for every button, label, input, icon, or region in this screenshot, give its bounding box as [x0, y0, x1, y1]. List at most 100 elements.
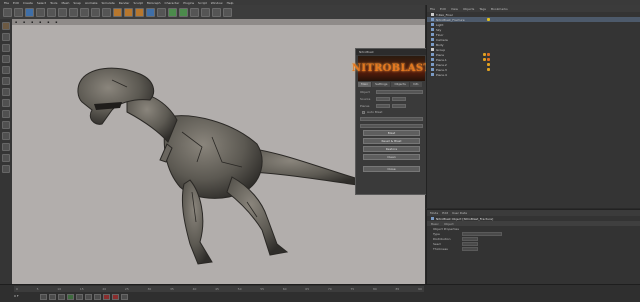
lock-workplane-icon[interactable]	[2, 143, 10, 151]
edges-mode-icon[interactable]	[2, 77, 10, 85]
tab-main[interactable]: Main	[358, 82, 372, 87]
am-menu-mode[interactable]: Mode	[430, 211, 438, 215]
om-menu-view[interactable]: View	[451, 7, 458, 11]
om-menu-bookmarks[interactable]: Bookmarks	[491, 7, 508, 11]
menu-simulate[interactable]: Simulate	[102, 1, 115, 5]
om-menu-edit[interactable]: Edit	[440, 7, 446, 11]
previous-frame-icon[interactable]	[58, 294, 65, 300]
solo-icon[interactable]	[2, 165, 10, 173]
vp-menu-panel[interactable]: ▪	[55, 20, 57, 24]
go-to-start-icon[interactable]	[40, 294, 47, 300]
tab-settings[interactable]: Settings	[372, 82, 391, 87]
option-field-1[interactable]	[360, 116, 423, 121]
array-icon[interactable]	[179, 7, 188, 17]
menu-edit[interactable]: Edit	[13, 1, 19, 5]
menu-window[interactable]: Window	[211, 1, 223, 5]
menu-plugins[interactable]: Plugins	[183, 1, 194, 5]
tag-icon[interactable]	[487, 18, 490, 21]
3d-viewport[interactable]: ▪ ▪ ▪ ▪ ▪ ▪ NitroBlast NITROBLAST Main S…	[12, 19, 431, 284]
blast-button[interactable]: Blast	[363, 130, 420, 136]
texture-mode-icon[interactable]	[2, 44, 10, 52]
material-tag-icon[interactable]	[487, 53, 490, 56]
undo-icon[interactable]	[3, 7, 12, 17]
points-mode-icon[interactable]	[2, 66, 10, 74]
menu-character[interactable]: Character	[164, 1, 179, 5]
source-field[interactable]	[376, 96, 390, 101]
pieces-field-2[interactable]	[392, 103, 406, 108]
redo-icon[interactable]	[14, 7, 23, 17]
t-rex-model[interactable]	[72, 52, 372, 292]
timeline-ruler[interactable]: 0 5 10 15 20 25 30 35 40 45 50 55 60 65 70 75 80 85 90	[14, 286, 424, 292]
menu-mograph[interactable]: MoGraph	[147, 1, 161, 5]
material-tag-icon[interactable]	[483, 53, 486, 56]
axis-y-icon[interactable]	[80, 7, 89, 17]
material-tag-icon[interactable]	[483, 58, 486, 61]
menu-sculpt[interactable]: Sculpt	[133, 1, 142, 5]
polygons-mode-icon[interactable]	[2, 88, 10, 96]
rotate-icon[interactable]	[58, 7, 67, 17]
axis-mode-icon[interactable]	[2, 99, 10, 107]
floor-icon[interactable]	[201, 7, 210, 17]
menu-render[interactable]: Render	[119, 1, 130, 5]
type-field[interactable]	[462, 231, 502, 236]
previous-key-icon[interactable]	[49, 294, 56, 300]
om-menu-tags[interactable]: Tags	[479, 7, 486, 11]
om-menu-objects[interactable]: Objects	[463, 7, 474, 11]
menu-tools[interactable]: Tools	[50, 1, 57, 5]
render-settings-icon[interactable]	[135, 7, 144, 17]
planar-workplane-icon[interactable]	[2, 154, 10, 162]
cube-icon[interactable]	[146, 7, 155, 17]
seed-field[interactable]	[462, 241, 478, 246]
menu-snap[interactable]: Snap	[73, 1, 81, 5]
thickness-field[interactable]	[462, 246, 478, 251]
object-field[interactable]	[376, 89, 423, 94]
move-icon[interactable]	[36, 7, 45, 17]
restore-button[interactable]: Restore	[363, 146, 420, 152]
tab-info[interactable]: Info	[409, 82, 422, 87]
menu-mesh[interactable]: Mesh	[61, 1, 69, 5]
vp-menu-filter[interactable]: ▪	[47, 20, 49, 24]
distribution-field[interactable]	[462, 236, 478, 241]
vp-menu-cameras[interactable]: ▪	[23, 20, 25, 24]
coord-system-icon[interactable]	[102, 7, 111, 17]
make-editable-icon[interactable]	[2, 22, 10, 30]
material-tag-icon[interactable]	[487, 63, 490, 66]
am-menu-userdata[interactable]: User Data	[452, 211, 467, 215]
light-icon[interactable]	[223, 7, 232, 17]
source-field-2[interactable]	[392, 96, 406, 101]
camera-icon[interactable]	[212, 7, 221, 17]
autokey-icon[interactable]	[112, 294, 119, 300]
pen-icon[interactable]	[157, 7, 166, 17]
axis-x-icon[interactable]	[69, 7, 78, 17]
menu-script[interactable]: Script	[198, 1, 207, 5]
menu-animate[interactable]: Animate	[85, 1, 98, 5]
axis-z-icon[interactable]	[91, 7, 100, 17]
object-row[interactable]: Piece.4	[427, 72, 640, 77]
vp-menu-options[interactable]: ▪	[39, 20, 41, 24]
quantize-icon[interactable]	[2, 132, 10, 140]
next-key-icon[interactable]	[85, 294, 92, 300]
close-button[interactable]: Close	[363, 166, 420, 172]
menu-file[interactable]: File	[4, 1, 9, 5]
menu-select[interactable]: Select	[37, 1, 46, 5]
next-frame-icon[interactable]	[76, 294, 83, 300]
checkbox-box[interactable]	[362, 110, 365, 114]
auto-blast-checkbox[interactable]: Auto Blast	[362, 110, 421, 114]
subdivision-icon[interactable]	[168, 7, 177, 17]
reset-blast-button[interactable]: Reset & Blast	[363, 138, 420, 144]
plugin-titlebar[interactable]: NitroBlast	[356, 49, 427, 55]
scale-icon[interactable]	[47, 7, 56, 17]
pieces-field[interactable]	[376, 103, 390, 108]
tab-object[interactable]: Object	[444, 222, 454, 226]
option-field-2[interactable]	[360, 123, 423, 128]
record-icon[interactable]	[103, 294, 110, 300]
material-tag-icon[interactable]	[487, 68, 490, 71]
model-mode-icon[interactable]	[2, 33, 10, 41]
tab-basic[interactable]: Basic	[431, 222, 439, 226]
menu-create[interactable]: Create	[23, 1, 33, 5]
om-menu-file[interactable]: File	[430, 7, 435, 11]
am-menu-edit[interactable]: Edit	[442, 211, 448, 215]
clean-button[interactable]: Clean	[363, 154, 420, 160]
deformer-icon[interactable]	[190, 7, 199, 17]
menu-help[interactable]: Help	[227, 1, 234, 5]
